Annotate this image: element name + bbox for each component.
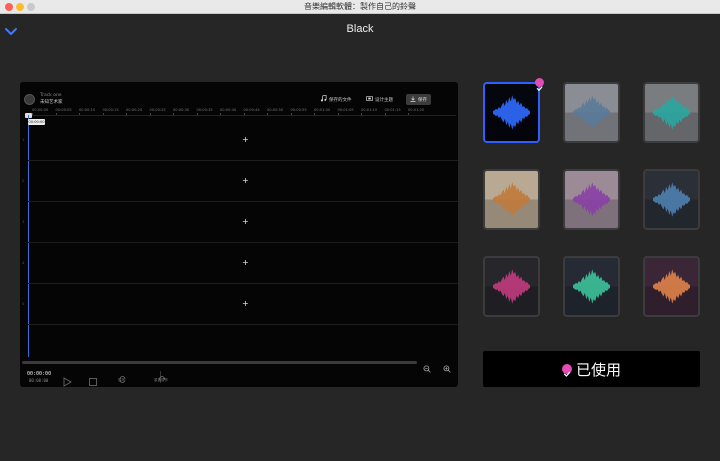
ruler-tick-label: 00:00:55 <box>290 108 307 112</box>
add-clip-icon[interactable]: + <box>242 177 249 185</box>
selected-check-icon <box>535 78 544 91</box>
track-lane[interactable]: 2 + <box>22 161 458 202</box>
style-option-teal[interactable] <box>643 82 700 143</box>
add-clip-icon[interactable]: + <box>242 259 249 267</box>
waveform-preview <box>485 95 538 141</box>
lane-number: 2 <box>22 179 25 183</box>
lane-number: 5 <box>22 302 25 306</box>
waveform-editor: Track one 未知艺术家 保存的文件 设计主题 保存 00:00:00 00… <box>20 82 458 387</box>
music-note-icon <box>320 94 327 104</box>
style-option-mint[interactable] <box>563 256 620 317</box>
ruler-tick-label: 00:01:05 <box>337 108 354 112</box>
page-title: Black <box>346 23 374 35</box>
play-icon[interactable] <box>62 372 72 387</box>
lane-number: 3 <box>22 220 25 224</box>
total-time: 00:00:00 <box>29 378 49 383</box>
style-option-pink[interactable] <box>483 256 540 317</box>
style-option-beige[interactable] <box>483 169 540 230</box>
editor-toolbar: Track one 未知艺术家 保存的文件 设计主题 保存 <box>20 82 458 108</box>
ruler-tick-label: 00:00:20 <box>126 108 143 112</box>
save-label: 保存 <box>418 97 427 103</box>
ruler-tick-label: 00:00:25 <box>149 108 166 112</box>
ruler-tick <box>102 113 104 115</box>
zoom-in-icon[interactable] <box>443 358 451 373</box>
timeline-scrollbar[interactable] <box>22 361 417 364</box>
ruler-tick <box>243 113 245 115</box>
track-lane[interactable]: 3 + <box>22 202 458 243</box>
waveform-preview <box>565 269 618 315</box>
ruler-tick-label: 00:00:45 <box>243 108 260 112</box>
ruler-tick <box>196 113 198 115</box>
ruler-tick <box>173 113 174 115</box>
ruler-tick <box>149 113 151 115</box>
saved-files-button[interactable]: 保存的文件 <box>320 94 352 104</box>
waveform-preview <box>485 182 538 228</box>
time-ruler[interactable]: 00:00:00 00:00:05 00:00:10 00:00:15 00:00:20… <box>28 108 456 116</box>
add-clip-icon[interactable]: + <box>242 136 249 144</box>
ruler-tick-label: 00:01:20 <box>408 108 425 112</box>
ruler-tick-label: 00:00:15 <box>102 108 119 112</box>
design-theme-label: 设计主题 <box>375 97 393 103</box>
download-icon <box>410 96 416 104</box>
style-option-mauve[interactable] <box>563 169 620 230</box>
ruler-tick <box>267 113 268 115</box>
ruler-tick <box>290 113 292 115</box>
ruler-tick-label: 00:00:50 <box>267 108 284 112</box>
ruler-tick-label: 00:00:00 <box>32 108 49 112</box>
ruler-tick-label: 00:01:15 <box>384 108 401 112</box>
ruler-tick-label: 00:00:40 <box>220 108 237 112</box>
saved-files-label: 保存的文件 <box>329 97 352 103</box>
ruler-tick <box>314 113 315 115</box>
track-artist: 未知艺术家 <box>40 100 63 105</box>
ruler-tick <box>220 113 221 115</box>
transport-bar: 00:00:00 00:00:00 循环 重做操作 <box>20 367 458 387</box>
design-theme-button[interactable]: 设计主题 <box>366 95 393 104</box>
check-circle-icon <box>561 364 572 377</box>
current-time: 00:00:00 <box>27 371 52 377</box>
lane-number: 1 <box>22 138 25 142</box>
track-lane[interactable]: 1 + <box>22 120 458 161</box>
ruler-tick-label: 00:00:35 <box>196 108 213 112</box>
waveform-preview <box>485 269 538 315</box>
ruler-tick <box>32 113 33 115</box>
ruler-tick <box>126 113 127 115</box>
track-avatar <box>24 94 35 105</box>
waveform-preview <box>565 95 618 141</box>
used-label: 已使用 <box>575 360 621 379</box>
save-button[interactable]: 保存 <box>406 94 431 105</box>
apply-style-button[interactable]: 已使用 <box>483 351 700 387</box>
ruler-tick <box>337 113 339 115</box>
waveform-preview <box>645 269 698 315</box>
ruler-tick <box>79 113 80 115</box>
redo-label: 重做操作 <box>154 378 168 382</box>
ruler-tick <box>408 113 409 115</box>
style-option-navy[interactable] <box>643 169 700 230</box>
theme-icon <box>366 95 373 104</box>
add-clip-icon[interactable]: + <box>242 218 249 226</box>
track-lane[interactable]: 5 + <box>22 284 458 325</box>
loop-label: 循环 <box>118 378 125 382</box>
window-title: 音樂編輯軟體：製作自己的鈴聲 <box>304 2 416 11</box>
ruler-tick-label: 00:00:30 <box>173 108 190 112</box>
ruler-tick-label: 00:01:00 <box>314 108 331 112</box>
ruler-tick <box>361 113 362 115</box>
ruler-tick <box>55 113 57 115</box>
ruler-tick <box>384 113 386 115</box>
style-option-silver[interactable] <box>563 82 620 143</box>
zoom-out-icon[interactable] <box>423 358 431 373</box>
style-option-blue[interactable] <box>483 82 540 143</box>
style-option-orange[interactable] <box>643 256 700 317</box>
track-label: Track one <box>40 93 62 98</box>
waveform-preview <box>565 182 618 228</box>
lane-number: 4 <box>22 261 25 265</box>
stop-icon[interactable] <box>88 372 98 387</box>
add-clip-icon[interactable]: + <box>242 300 249 308</box>
ruler-tick-label: 00:00:05 <box>55 108 72 112</box>
ruler-tick-label: 00:00:10 <box>79 108 96 112</box>
waveform-preview <box>645 182 698 228</box>
ruler-tick-label: 00:01:10 <box>361 108 378 112</box>
title-bar: 音樂編輯軟體：製作自己的鈴聲 <box>0 0 720 14</box>
waveform-preview <box>645 95 698 141</box>
track-lane[interactable]: 4 + <box>22 243 458 284</box>
